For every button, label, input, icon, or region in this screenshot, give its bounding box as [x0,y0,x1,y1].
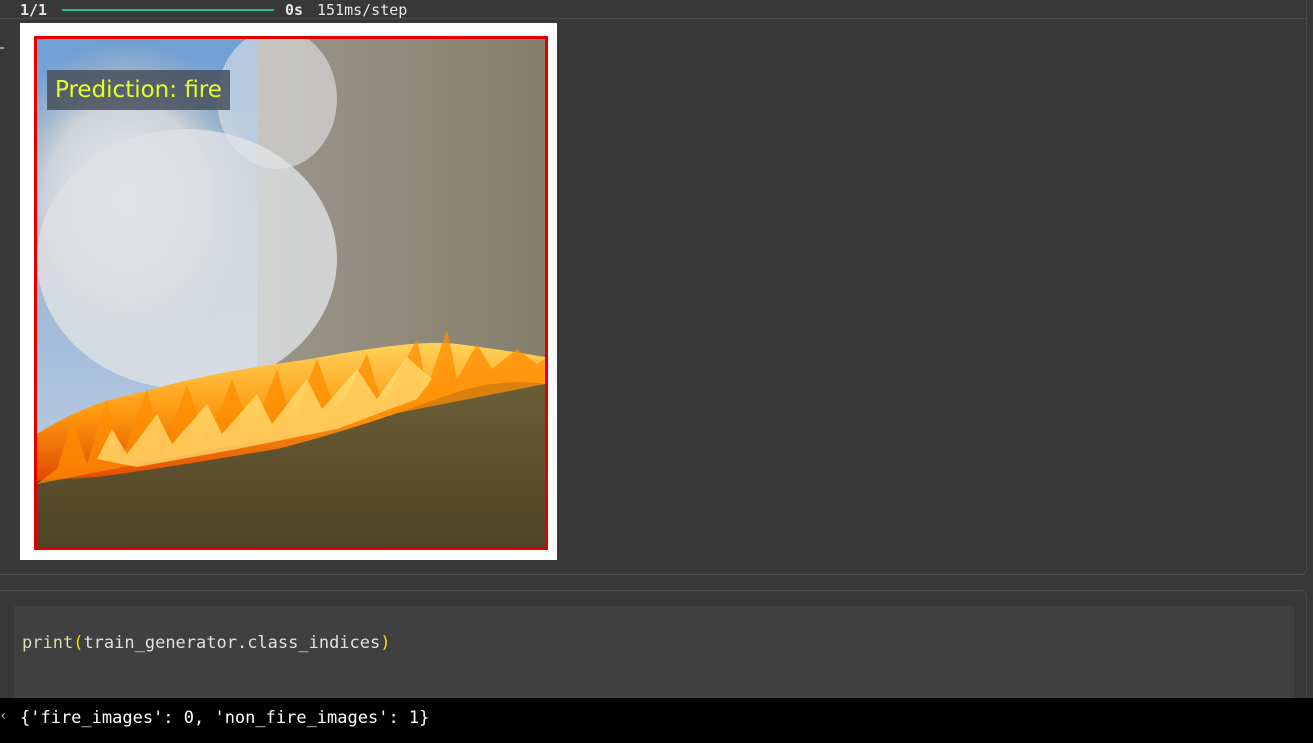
progress-line: 1/1 0s 151ms/step [0,0,1306,19]
progress-time: 0s [285,1,304,19]
code-line[interactable]: print(train_generator.class_indices) [22,633,391,653]
gutter-marker [0,47,4,49]
code-argument: train_generator.class_indices [83,633,381,653]
prediction-label: Prediction: fire [47,70,230,110]
code-cell[interactable]: print(train_generator.class_indices) [0,590,1307,699]
progress-bar [62,9,274,11]
output-collapse-icon[interactable]: ‹ [0,708,7,724]
output-text: {'fire_images': 0, 'non_fire_images': 1} [20,708,430,728]
cell-divider [0,576,1313,590]
text-output: ‹ {'fire_images': 0, 'non_fire_images': … [0,698,1313,743]
output-cell: 1/1 0s 151ms/step Prediction: fire [0,0,1307,575]
progress-step: 1/1 [20,1,48,19]
close-paren: ) [380,633,391,653]
wildfire-image: Prediction: fire [34,36,548,550]
code-editor[interactable]: print(train_generator.class_indices) [14,606,1294,699]
open-paren: ( [73,633,84,653]
progress-rate: 151ms/step [317,1,408,19]
code-function: print [22,633,74,653]
prediction-figure: Prediction: fire [20,23,557,560]
